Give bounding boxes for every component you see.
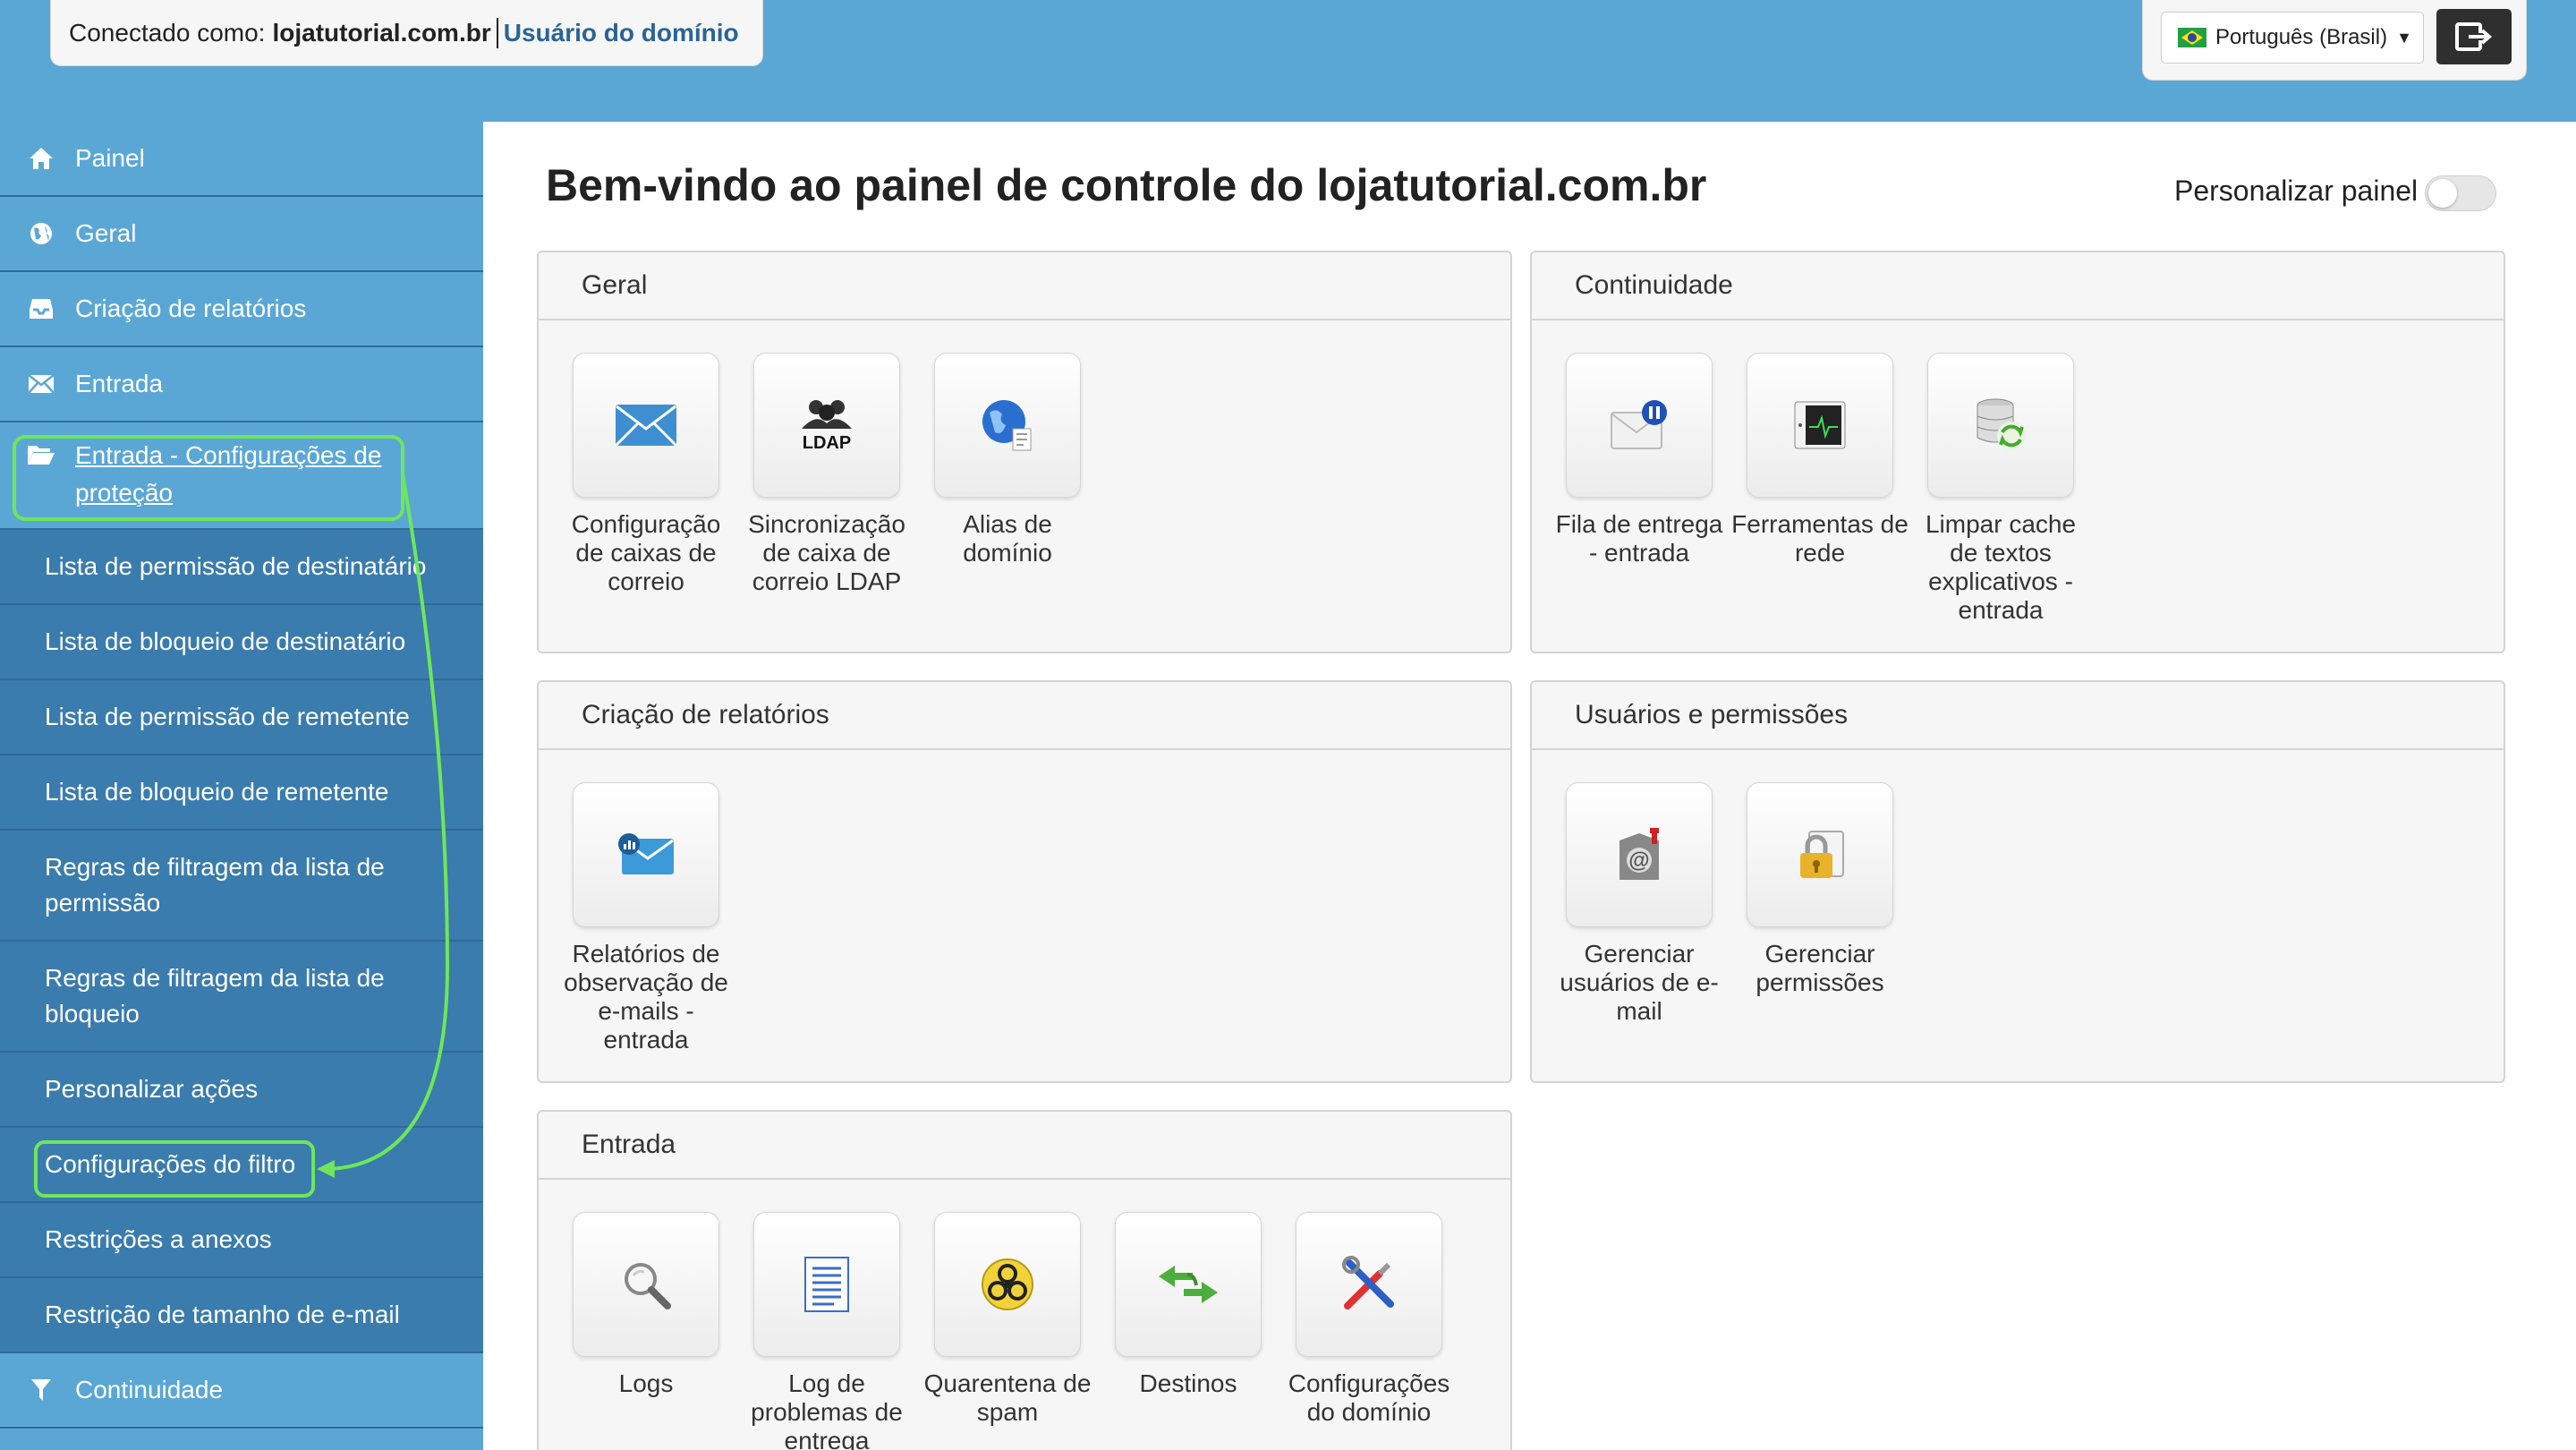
sidebar-item-continuidade[interactable]: Continuidade [0, 1353, 483, 1429]
top-header: Conectado como: lojatutorial.com.br Usuá… [0, 0, 2576, 122]
tile-ferramentas-rede[interactable]: Ferramentas de rede [1730, 353, 1909, 567]
tile-label: Gerenciar usuários de e-mail [1560, 940, 1719, 1025]
document-list-icon [753, 1212, 900, 1357]
tile-label: Quarentena de spam [923, 1369, 1092, 1426]
tile-label: Ferramentas de rede [1731, 510, 1909, 567]
home-icon [27, 144, 55, 173]
sidebar-item-next[interactable] [0, 1429, 483, 1450]
tile-alias-dominio[interactable]: Alias de domínio [918, 353, 1097, 567]
panel-geral: Geral Configuração de caixas de correio … [537, 251, 1512, 653]
sidebar-item-label: Entrada [75, 370, 164, 397]
page-title: Bem-vindo ao painel de controle do lojat… [546, 160, 1707, 210]
tile-label: Relatórios de observação de e-mails - en… [564, 940, 728, 1053]
logout-button[interactable] [2436, 9, 2512, 64]
sidebar-item-geral[interactable]: Geral [0, 197, 483, 272]
tile-limpar-cache[interactable]: Limpar cache de textos explicativos - en… [1911, 353, 2090, 625]
panel-relatorios: Criação de relatórios Relatórios de obse… [537, 680, 1512, 1083]
user-role-link[interactable]: Usuário do domínio [504, 19, 739, 47]
sidebar-subitem-label: Personalizar ações [45, 1075, 259, 1103]
sidebar-subitem-label: Restrições a anexos [45, 1225, 272, 1253]
panel-title: Usuários e permissões [1532, 682, 2504, 750]
sidebar-item-relatorios[interactable]: Criação de relatórios [0, 272, 483, 347]
sidebar-item-label: Criação de relatórios [75, 294, 307, 322]
tile-label: Destinos [1139, 1369, 1237, 1397]
tools-icon [1296, 1212, 1442, 1357]
tile-logs[interactable]: Logs [557, 1212, 735, 1398]
inbox-icon [27, 294, 55, 323]
biohazard-icon [934, 1212, 1081, 1357]
sidebar-item-label: Painel [75, 144, 145, 172]
mail-report-icon [573, 782, 719, 927]
tile-destinos[interactable]: Destinos [1099, 1212, 1278, 1398]
tile-label: Logs [618, 1369, 674, 1397]
panel-title: Continuidade [1532, 252, 2504, 320]
lock-document-icon [1747, 782, 1893, 927]
caret-down-icon: ▼ [2396, 28, 2412, 47]
panel-entrada: Entrada Logs Log de problemas de entrega… [537, 1110, 1512, 1450]
connected-domain: lojatutorial.com.br [272, 18, 491, 47]
tile-configuracao-caixas[interactable]: Configuração de caixas de correio [557, 353, 735, 596]
tile-fila-entrega[interactable]: Fila de entrega - entrada [1550, 353, 1729, 567]
logout-icon [2455, 22, 2493, 51]
sidebar-subitem-label: Restrição de tamanho de e-mail [45, 1301, 400, 1328]
tile-label: Sincronização de caixa de correio LDAP [748, 510, 905, 595]
globe-icon [27, 219, 55, 248]
tile-label: Fila de entrega - entrada [1555, 510, 1723, 567]
panel-title: Entrada [539, 1112, 1510, 1180]
email-user-icon: @ [1566, 782, 1713, 927]
tile-label: Configurações do domínio [1288, 1369, 1450, 1426]
tile-log-problemas[interactable]: Log de problemas de entrega [737, 1212, 916, 1450]
envelope-icon [27, 370, 55, 398]
sidebar-item-entrada[interactable]: Entrada [0, 347, 483, 422]
mail-config-icon [573, 353, 719, 498]
database-refresh-icon [1927, 353, 2074, 498]
svg-text:@: @ [1628, 849, 1649, 873]
tile-label: Alias de domínio [963, 510, 1052, 567]
ldap-users-icon: LDAP [753, 353, 900, 498]
magnifier-icon [573, 1212, 719, 1357]
tile-relatorios-observacao[interactable]: Relatórios de observação de e-mails - en… [557, 782, 735, 1054]
tile-configuracoes-dominio[interactable]: Configurações do domínio [1279, 1212, 1458, 1427]
svg-text:LDAP: LDAP [803, 433, 851, 452]
personalize-toggle[interactable] [2425, 175, 2496, 211]
language-label: Português (Brasil) [2215, 25, 2388, 49]
connection-info: Conectado como: lojatutorial.com.br Usuá… [50, 0, 763, 66]
sidebar-item-label: Geral [75, 219, 137, 247]
annotation-arrow [317, 473, 450, 1178]
toggle-knob [2428, 179, 2457, 208]
tile-label: Gerenciar permissões [1756, 940, 1884, 996]
tile-gerenciar-permissoes[interactable]: Gerenciar permissões [1730, 782, 1909, 997]
personalize-label: Personalizar painel [2174, 175, 2419, 207]
mail-queue-pause-icon [1566, 353, 1713, 498]
tile-label: Configuração de caixas de correio [571, 510, 721, 595]
tile-label: Limpar cache de textos explicativos - en… [1925, 510, 2077, 624]
highlight-annotation [34, 1140, 315, 1198]
filter-icon [27, 1376, 55, 1404]
separator [496, 17, 498, 48]
panel-title: Geral [539, 252, 1510, 320]
tile-gerenciar-usuarios[interactable]: @ Gerenciar usuários de e-mail [1550, 782, 1729, 1026]
panel-usuarios: Usuários e permissões @ Gerenciar usuári… [1530, 680, 2505, 1083]
language-dropdown[interactable]: Português (Brasil) ▼ [2161, 12, 2424, 64]
panel-continuidade: Continuidade Fila de entrega - entrada F… [1530, 251, 2505, 653]
sidebar-subitem-restricao-tamanho[interactable]: Restrição de tamanho de e-mail [0, 1278, 483, 1353]
network-tools-icon [1747, 353, 1893, 498]
sidebar-item-label: Continuidade [75, 1376, 224, 1403]
sidebar-item-painel[interactable]: Painel [0, 122, 483, 197]
tile-label: Log de problemas de entrega [751, 1369, 903, 1450]
brazil-flag-icon [2178, 28, 2206, 47]
header-actions: Português (Brasil) ▼ [2142, 0, 2527, 81]
connected-prefix: Conectado como: [69, 18, 266, 47]
globe-alias-icon [934, 353, 1081, 498]
tile-sincronizacao-ldap[interactable]: LDAP Sincronização de caixa de correio L… [737, 353, 916, 596]
sidebar-subitem-restricoes-anexos[interactable]: Restrições a anexos [0, 1203, 483, 1278]
tile-quarentena-spam[interactable]: Quarentena de spam [918, 1212, 1097, 1427]
green-arrows-icon [1115, 1212, 1262, 1357]
panel-title: Criação de relatórios [539, 682, 1510, 750]
